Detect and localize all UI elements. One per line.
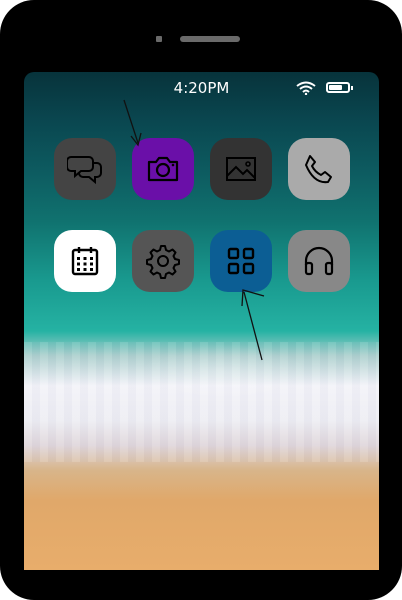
app-camera[interactable]	[132, 138, 194, 200]
camera-icon	[147, 156, 179, 182]
calendar-icon	[71, 247, 99, 276]
app-music[interactable]	[288, 230, 350, 292]
earpiece-speaker	[180, 36, 240, 42]
battery-icon	[326, 82, 353, 93]
chat-bubbles-icon	[67, 156, 102, 185]
status-bar: 4:20PM	[24, 72, 379, 102]
app-photos[interactable]	[210, 138, 272, 200]
wifi-icon	[296, 81, 316, 95]
headphones-icon	[304, 246, 334, 276]
grid-icon	[227, 247, 255, 275]
battery-level	[329, 85, 342, 90]
phone-icon	[305, 155, 332, 184]
front-camera	[156, 36, 162, 42]
app-messages[interactable]	[54, 138, 116, 200]
gear-icon	[146, 245, 180, 279]
phone-frame: 4:20PM	[0, 0, 402, 600]
wallpaper-foam	[24, 342, 379, 462]
home-screen: 4:20PM	[24, 72, 379, 570]
app-grid[interactable]	[210, 230, 272, 292]
app-phone[interactable]	[288, 138, 350, 200]
app-calendar[interactable]	[54, 230, 116, 292]
app-settings[interactable]	[132, 230, 194, 292]
image-icon	[226, 157, 256, 181]
